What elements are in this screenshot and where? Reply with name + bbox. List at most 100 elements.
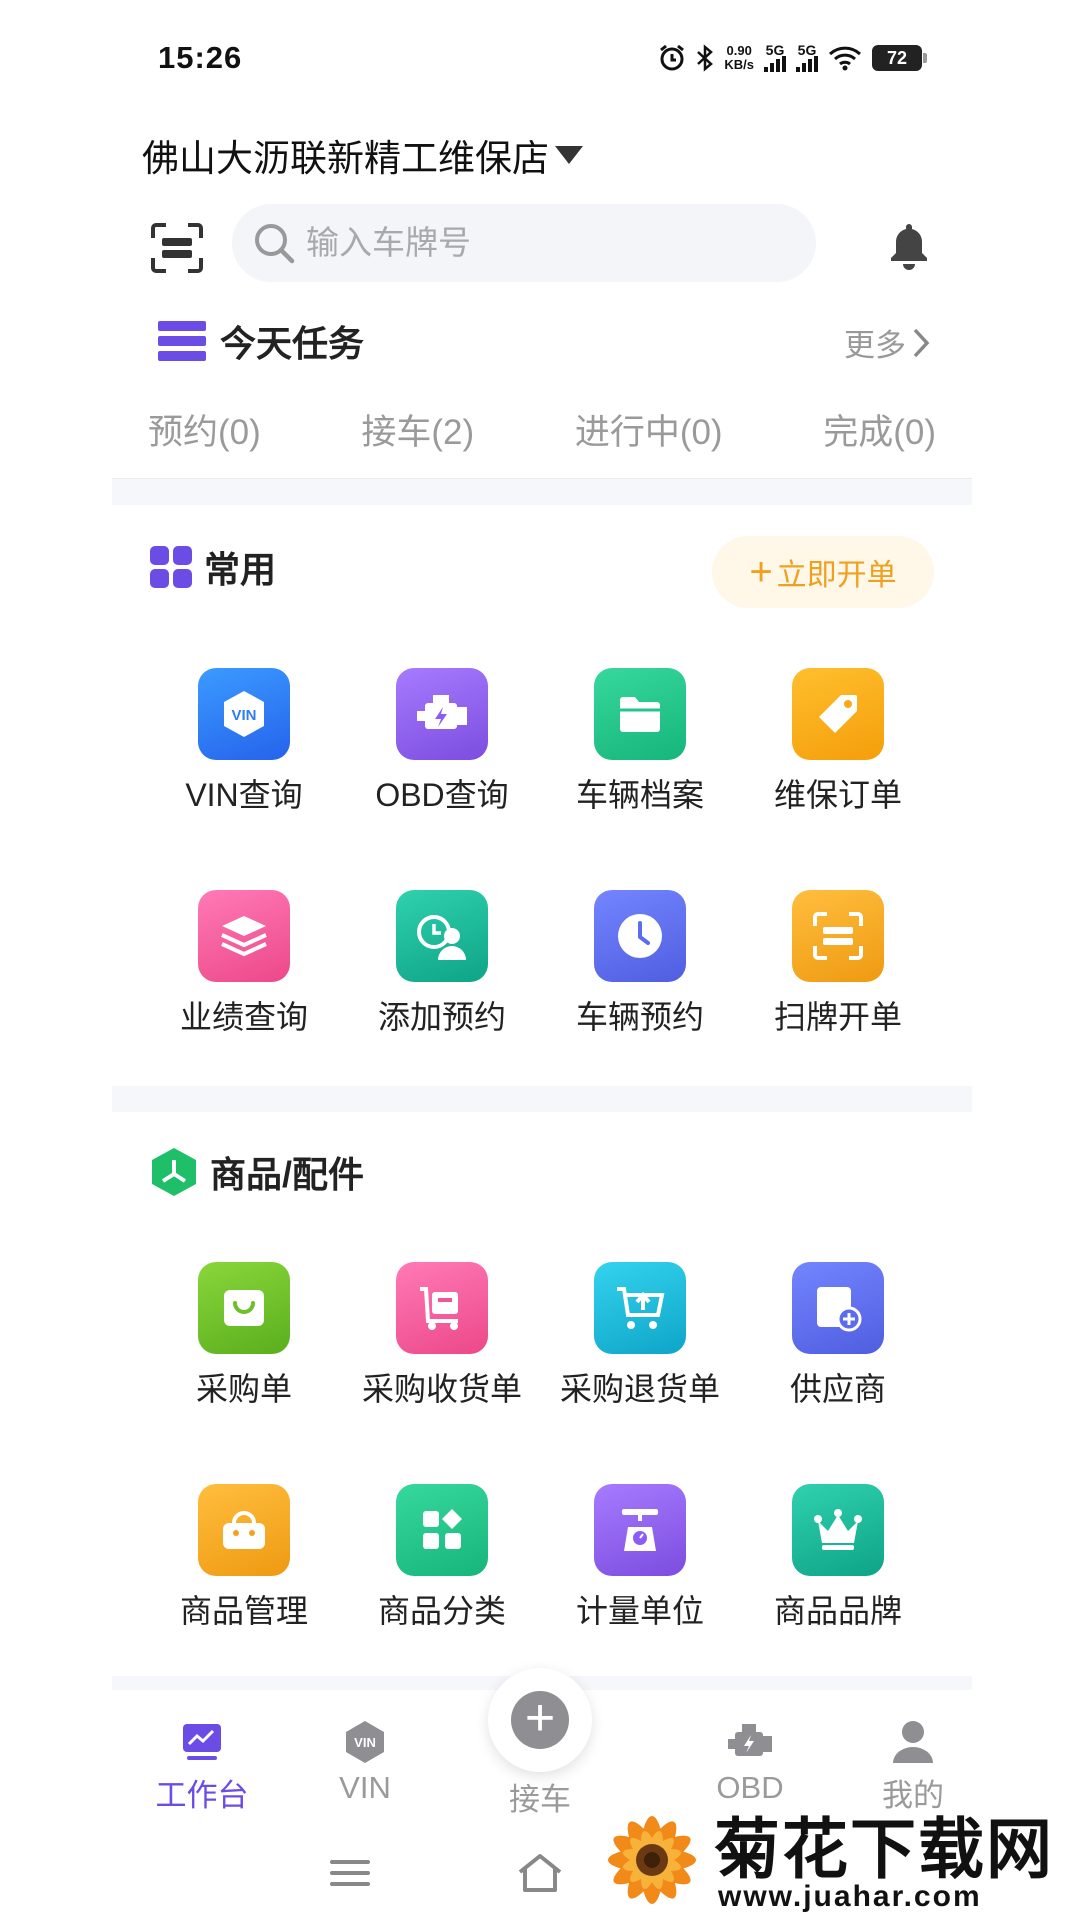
plus-icon: + [749, 550, 773, 594]
signal-1: 5G [764, 43, 786, 72]
purchase-receipt-tile[interactable]: 采购收货单 [347, 1262, 537, 1410]
open-order-button[interactable]: + 立即开单 [712, 536, 934, 608]
today-tasks-header: 今天任务 更多 [158, 316, 930, 366]
watermark-url: www.juahar.com [718, 1880, 982, 1913]
watermark: 菊花下载网 www.juahar.com [594, 1794, 1080, 1920]
tab-in-progress[interactable]: 进行中(0) [539, 398, 759, 461]
more-link[interactable]: 更多 [844, 320, 930, 365]
tile-label: 商品品牌 [773, 1593, 902, 1629]
scale-icon [594, 1484, 686, 1576]
vin-icon: VIN [198, 668, 290, 760]
search-bar[interactable] [232, 204, 816, 282]
flower-logo [608, 1816, 696, 1904]
cube-icon [152, 1148, 196, 1196]
tab-label: 工作台 [155, 1778, 249, 1813]
tab-completed[interactable]: 完成(0) [787, 398, 972, 461]
vehicle-archive-tile[interactable]: 车辆档案 [545, 668, 735, 816]
tile-label: 车辆预约 [575, 999, 704, 1035]
plate-search-input[interactable] [306, 224, 766, 262]
tab-obd[interactable]: OBD [680, 1718, 820, 1806]
tile-label: 计量单位 [575, 1593, 704, 1629]
basket-icon [198, 1484, 290, 1576]
task-status-tabs: 预约(0) 接车(2) 进行中(0) 完成(0) [112, 398, 972, 461]
bell-icon[interactable] [886, 220, 932, 270]
tab-label: VIN [339, 1770, 391, 1805]
receive-car-label: 接车 [509, 1782, 571, 1817]
tile-label: 采购单 [195, 1371, 292, 1407]
add-appointment-tile[interactable]: 添加预约 [347, 890, 537, 1038]
tile-label: 添加预约 [377, 999, 506, 1035]
supplier-tile[interactable]: 供应商 [743, 1262, 933, 1410]
tile-label: 商品分类 [377, 1593, 506, 1629]
tile-label: 业绩查询 [179, 999, 308, 1035]
tile-label: 供应商 [789, 1371, 886, 1407]
add-appointment-icon [396, 890, 488, 982]
menu-icon[interactable] [320, 1848, 380, 1898]
plus-icon: + [511, 1691, 569, 1749]
list-icon [158, 321, 206, 361]
tab-vin[interactable]: VIN VIN [295, 1718, 435, 1806]
clock-icon [594, 890, 686, 982]
today-tasks-title: 今天任务 [220, 323, 365, 364]
layers-icon [198, 890, 290, 982]
tab-workbench[interactable]: 工作台 [132, 1718, 272, 1815]
measure-unit-tile[interactable]: 计量单位 [545, 1484, 735, 1632]
battery-indicator: 72 [872, 45, 927, 71]
goods-brand-tile[interactable]: 商品品牌 [743, 1484, 933, 1632]
status-bar: 15:26 0.90 KB/s 5G 5G 72 [0, 0, 1080, 120]
store-selector[interactable]: 佛山大沥联新精工维保店 [142, 128, 583, 182]
vehicle-appointment-tile[interactable]: 车辆预约 [545, 890, 735, 1038]
tile-label: 维保订单 [773, 777, 902, 813]
tab-appointment[interactable]: 预约(0) [112, 398, 297, 461]
tile-label: 采购收货单 [361, 1371, 522, 1407]
status-icons: 0.90 KB/s 5G 5G 72 [658, 43, 927, 72]
goods-section-header: 商品/配件 [150, 1146, 364, 1198]
common-section-title: 常用 [204, 549, 277, 590]
obd-query-tile[interactable]: OBD查询 [347, 668, 537, 816]
signal-2: 5G [796, 43, 818, 72]
scan-plate-order-tile[interactable]: 扫牌开单 [743, 890, 933, 1038]
crown-icon [792, 1484, 884, 1576]
tile-label: 车辆档案 [575, 777, 704, 813]
home-icon[interactable] [510, 1848, 570, 1898]
goods-category-tile[interactable]: 商品分类 [347, 1484, 537, 1632]
alarm-icon [660, 44, 685, 71]
status-time: 15:26 [158, 40, 243, 75]
section-divider [112, 479, 972, 505]
tile-label: 采购退货单 [559, 1371, 720, 1407]
scan-icon [792, 890, 884, 982]
vin-query-tile[interactable]: VIN VIN查询 [149, 668, 339, 816]
scan-icon[interactable] [150, 222, 204, 274]
caret-down-icon [555, 146, 583, 164]
maintenance-order-tile[interactable]: 维保订单 [743, 668, 933, 816]
tile-label: OBD查询 [375, 777, 509, 813]
wifi-icon [828, 46, 862, 71]
store-name: 佛山大沥联新精工维保店 [142, 138, 549, 179]
goods-management-tile[interactable]: 商品管理 [149, 1484, 339, 1632]
network-speed: 0.90 KB/s [724, 43, 754, 72]
vin-icon: VIN [295, 1718, 435, 1766]
search-row [142, 204, 932, 284]
purchase-return-tile[interactable]: 采购退货单 [545, 1262, 735, 1410]
purchase-order-tile[interactable]: 采购单 [149, 1262, 339, 1410]
common-section-header: 常用 [150, 541, 276, 593]
user-icon [843, 1718, 983, 1766]
performance-query-tile[interactable]: 业绩查询 [149, 890, 339, 1038]
shopping-bag-icon [198, 1262, 290, 1354]
tab-reception[interactable]: 接车(2) [325, 398, 510, 461]
folder-icon [594, 668, 686, 760]
receive-car-button[interactable]: + [488, 1668, 592, 1772]
goods-section-title: 商品/配件 [210, 1154, 365, 1195]
svg-text:VIN: VIN [231, 707, 256, 724]
receive-cart-icon [396, 1262, 488, 1354]
engine-icon [680, 1718, 820, 1766]
category-icon [396, 1484, 488, 1576]
tile-label: 扫牌开单 [773, 999, 902, 1035]
chevron-right-icon [913, 328, 930, 357]
tile-label: VIN查询 [185, 777, 303, 813]
section-divider [112, 1086, 972, 1112]
tile-label: 商品管理 [179, 1593, 308, 1629]
tag-icon [792, 668, 884, 760]
watermark-text: 菊花下载网 [714, 1812, 1054, 1886]
supplier-icon [792, 1262, 884, 1354]
